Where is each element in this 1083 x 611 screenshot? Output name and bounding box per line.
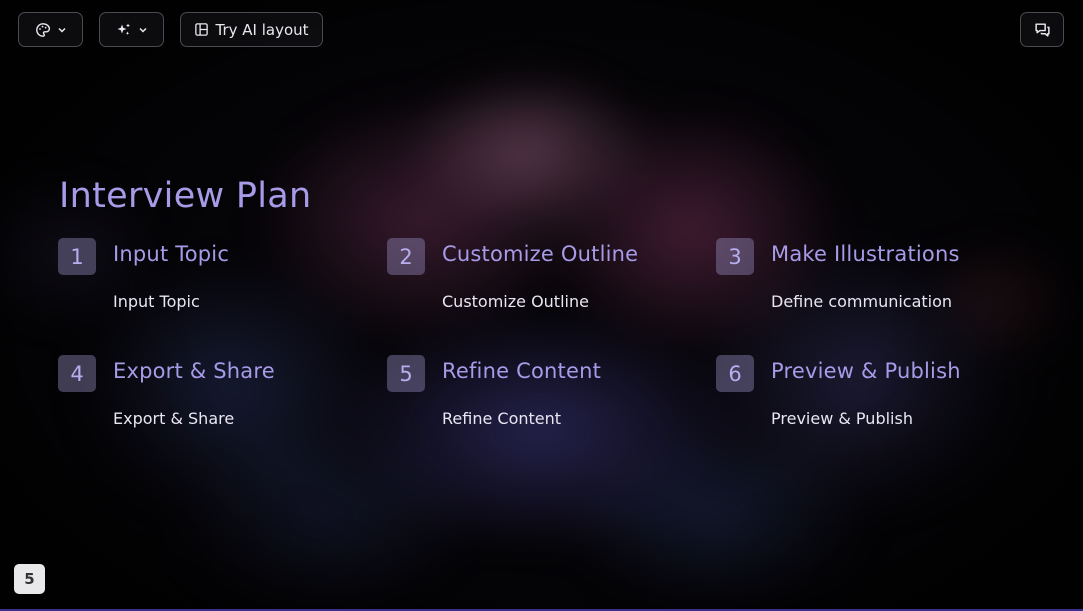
chevron-down-icon bbox=[57, 25, 67, 35]
step-title: Input Topic bbox=[113, 242, 230, 266]
ai-dropdown-button[interactable] bbox=[99, 12, 164, 47]
step-description: Preview & Publish bbox=[771, 409, 913, 428]
step-description: Define communication bbox=[771, 292, 953, 311]
slide-canvas: Try AI layout Interview Plan 1 Input Top… bbox=[0, 0, 1083, 611]
try-ai-layout-button[interactable]: Try AI layout bbox=[180, 12, 323, 47]
step-number-badge: 4 bbox=[58, 355, 96, 392]
layout-icon bbox=[194, 22, 209, 37]
step-title: Make Illustrations bbox=[771, 242, 960, 266]
step-number-badge: 1 bbox=[58, 238, 96, 275]
page-number-badge[interactable]: 5 bbox=[14, 564, 45, 594]
step-title: Preview & Publish bbox=[771, 359, 961, 383]
step-title: Refine Content bbox=[442, 359, 602, 383]
chevron-down-icon bbox=[138, 25, 148, 35]
step-description: Input Topic bbox=[113, 292, 200, 311]
step-number-badge: 3 bbox=[716, 238, 754, 275]
chat-icon bbox=[1034, 21, 1051, 38]
step-title: Customize Outline bbox=[442, 242, 639, 266]
step-number-badge: 6 bbox=[716, 355, 754, 392]
try-ai-layout-label: Try AI layout bbox=[215, 20, 309, 39]
step-number-badge: 2 bbox=[387, 238, 425, 275]
chat-button[interactable] bbox=[1020, 12, 1064, 47]
step-description: Customize Outline bbox=[442, 292, 589, 311]
step-number-badge: 5 bbox=[387, 355, 425, 392]
slide-title: Interview Plan bbox=[59, 176, 312, 216]
step-title: Export & Share bbox=[113, 359, 275, 383]
step-description: Export & Share bbox=[113, 409, 235, 428]
sparkles-icon bbox=[116, 22, 132, 38]
step-description: Refine Content bbox=[442, 409, 562, 428]
palette-icon bbox=[35, 22, 51, 38]
theme-dropdown-button[interactable] bbox=[18, 12, 83, 47]
